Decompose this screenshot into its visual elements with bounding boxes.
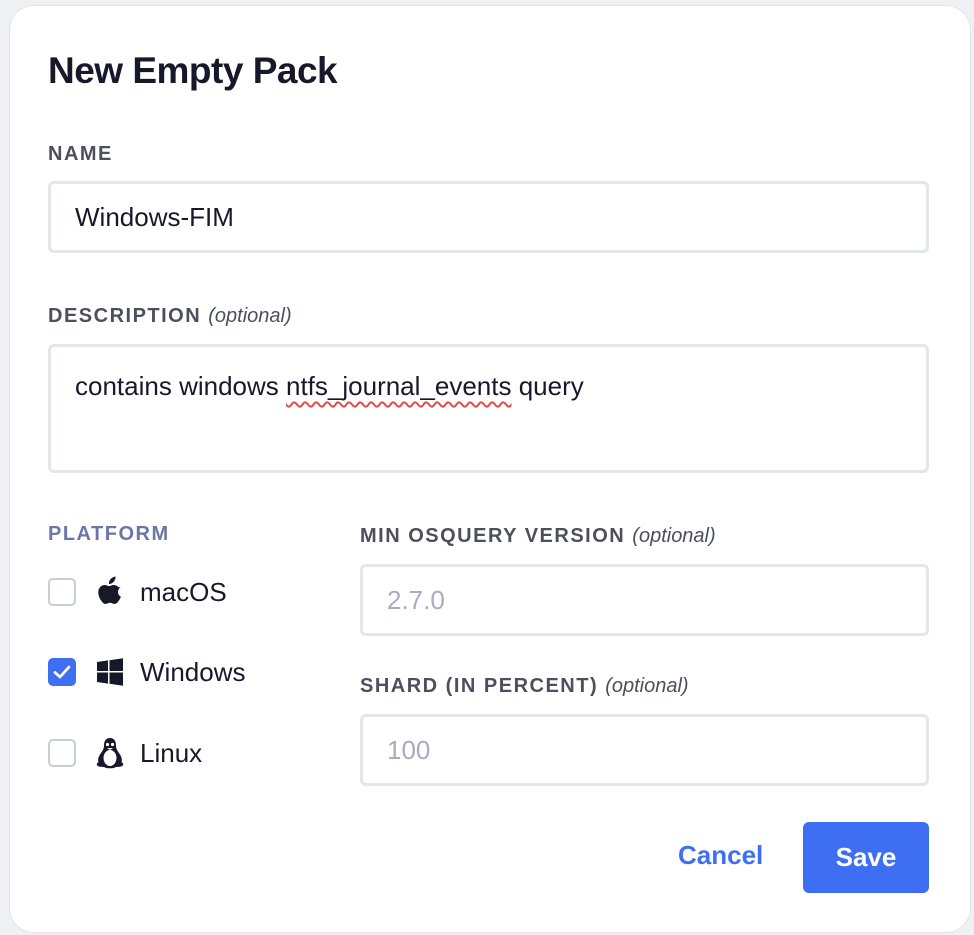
modal-title: New Empty Pack — [48, 50, 338, 91]
linux-checkbox[interactable] — [48, 739, 76, 767]
macos-checkbox[interactable] — [48, 578, 76, 606]
platform-option-macos[interactable]: macOS — [48, 572, 227, 612]
cancel-button[interactable]: Cancel — [678, 840, 763, 871]
description-misspelled-word: ntfs_journal_events — [286, 371, 512, 401]
platform-label: PLATFORM — [48, 523, 170, 545]
min-osquery-version-input[interactable]: 2.7.0 — [360, 564, 929, 636]
shard-placeholder: 100 — [387, 734, 431, 765]
min-osquery-version-placeholder: 2.7.0 — [387, 584, 445, 615]
name-label: NAME — [48, 143, 113, 166]
linux-label: Linux — [140, 737, 203, 768]
description-text-before: contains windows — [75, 371, 286, 401]
apple-icon — [93, 575, 127, 609]
shard-label-text: SHARD (IN PERCENT) — [360, 675, 599, 697]
platform-option-linux[interactable]: Linux — [48, 733, 202, 773]
description-textarea[interactable]: contains windows ntfs_journal_events que… — [48, 344, 929, 473]
linux-icon — [93, 736, 127, 770]
windows-label: Windows — [140, 656, 246, 687]
name-input-value: Windows-FIM — [75, 201, 234, 232]
description-label: DESCRIPTION (optional) — [48, 305, 292, 328]
description-text-after: query — [511, 371, 584, 401]
min-osquery-version-optional-hint: (optional) — [632, 525, 716, 547]
name-label-text: NAME — [48, 143, 113, 165]
checkmark-icon — [53, 665, 71, 679]
description-label-text: DESCRIPTION — [48, 305, 202, 327]
shard-input[interactable]: 100 — [360, 714, 929, 786]
new-pack-modal: New Empty Pack NAME Windows-FIM DESCRIPT… — [10, 6, 970, 932]
shard-label: SHARD (IN PERCENT) (optional) — [360, 675, 689, 698]
windows-icon — [93, 655, 127, 689]
min-osquery-version-label: MIN OSQUERY VERSION (optional) — [360, 525, 716, 548]
min-osquery-version-label-text: MIN OSQUERY VERSION — [360, 525, 626, 547]
platform-option-windows[interactable]: Windows — [48, 652, 245, 692]
shard-optional-hint: (optional) — [605, 675, 689, 697]
save-button[interactable]: Save — [803, 822, 929, 893]
description-optional-hint: (optional) — [208, 305, 292, 327]
windows-checkbox[interactable] — [48, 658, 76, 686]
name-input[interactable]: Windows-FIM — [48, 181, 929, 253]
macos-label: macOS — [140, 576, 227, 607]
